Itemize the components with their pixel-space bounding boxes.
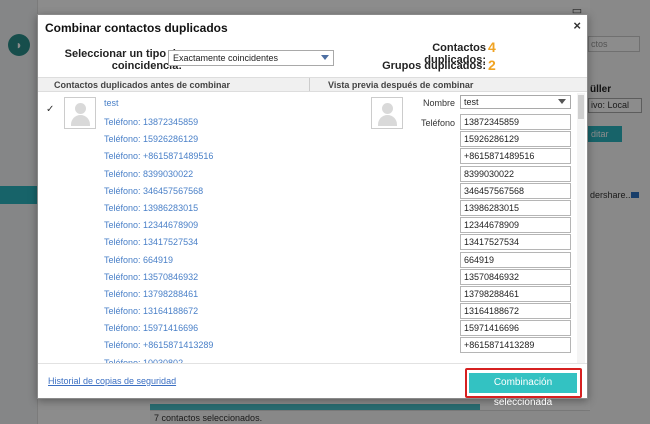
phone-after-input[interactable]: +8615871489516 — [460, 148, 571, 165]
column-divider — [309, 78, 310, 91]
phone-after-input[interactable]: 13798288461 — [460, 285, 571, 302]
phone-after-input[interactable]: 13986283015 — [460, 199, 571, 216]
phone-after-input[interactable]: 664919 — [460, 251, 571, 268]
scrollbar-thumb[interactable] — [578, 95, 584, 119]
phone-after-input[interactable]: 13872345859 — [460, 114, 571, 130]
phone-after-input[interactable]: +8615871413289 — [460, 337, 571, 354]
column-after-header: Vista previa después de combinar — [328, 80, 474, 90]
phone-before-item: Teléfono: 10030802 — [104, 357, 184, 363]
phone-before-item: Teléfono: 8399030022 — [104, 168, 194, 179]
match-type-label: Seleccionar un tipo de coincidencia: — [64, 48, 182, 72]
backup-history-link[interactable]: Historial de copias de seguridad — [48, 376, 176, 386]
match-type-value: Exactamente coincidentes — [173, 53, 279, 63]
avatar-body-icon — [378, 115, 397, 126]
avatar-head-icon — [75, 103, 86, 114]
duplicate-groups-count: 2 — [488, 57, 496, 73]
dialog-footer: Historial de copias de seguridad Combina… — [38, 363, 587, 408]
phone-before-item: Teléfono: 12344678909 — [104, 220, 199, 231]
phone-after-input[interactable]: 8399030022 — [460, 165, 571, 182]
phone-before-item: Teléfono: 13986283015 — [104, 202, 199, 213]
avatar — [64, 97, 96, 129]
phone-before-item: Teléfono: 15926286129 — [104, 134, 199, 145]
phone-after-input[interactable]: 346457567568 — [460, 182, 571, 199]
phone-before-item: Teléfono: 13798288461 — [104, 288, 199, 299]
phone-before-item: Teléfono: 664919 — [104, 254, 174, 265]
chevron-down-icon — [558, 99, 566, 104]
name-value: test — [464, 97, 479, 107]
close-icon[interactable]: × — [573, 18, 581, 33]
phone-before-item: Teléfono: 346457567568 — [104, 185, 204, 196]
avatar-body-icon — [71, 115, 90, 126]
avatar-head-icon — [382, 103, 393, 114]
phone-after-input[interactable]: 13570846932 — [460, 268, 571, 285]
chevron-down-icon — [321, 55, 329, 60]
annotation-highlight-box — [465, 368, 582, 398]
phone-before-item: Teléfono: 13164188672 — [104, 306, 199, 317]
phone-before-item: Teléfono: 13417527534 — [104, 237, 199, 248]
phone-label: Teléfono — [420, 118, 455, 128]
phone-after-input[interactable]: 15926286129 — [460, 131, 571, 148]
duplicate-groups-label: Grupos duplicados: — [382, 60, 486, 72]
column-before-header: Contactos duplicados antes de combinar — [54, 80, 231, 90]
phone-before-item: Teléfono: 13872345859 — [104, 117, 199, 127]
match-type-select[interactable]: Exactamente coincidentes — [168, 50, 334, 66]
phone-list-before: Teléfono: 13872345859 Teléfono: 159262861… — [104, 114, 213, 363]
phone-after-input[interactable]: 15971416696 — [460, 320, 571, 337]
phone-before-item: Teléfono: 13570846932 — [104, 271, 199, 282]
group-checkbox[interactable]: ✓ — [46, 105, 56, 115]
scrollbar[interactable] — [577, 93, 585, 363]
phone-before-item: Teléfono: 15971416696 — [104, 323, 199, 334]
duplicate-contacts-count: 4 — [488, 39, 496, 55]
name-select[interactable]: test — [460, 95, 571, 109]
dialog-title: Combinar contactos duplicados — [45, 21, 228, 35]
contacts-content: ✓ test Teléfono: 13872345859 Teléfono: 15… — [38, 93, 587, 363]
phone-after-input[interactable]: 13417527534 — [460, 234, 571, 251]
name-label: Nombre — [422, 98, 455, 108]
phone-after-input[interactable]: 12344678909 — [460, 217, 571, 234]
merge-duplicates-dialog: Combinar contactos duplicados × Seleccio… — [37, 14, 588, 408]
phone-inputs-after: 13872345859 15926286129 +8615871489516 8399… — [460, 114, 571, 355]
contact-name-before: test — [104, 98, 119, 108]
phone-before-item: Teléfono: +8615871489516 — [104, 151, 214, 162]
avatar — [371, 97, 403, 129]
phone-after-input[interactable]: 13164188672 — [460, 303, 571, 320]
phone-before-item: Teléfono: +8615871413289 — [104, 340, 214, 351]
